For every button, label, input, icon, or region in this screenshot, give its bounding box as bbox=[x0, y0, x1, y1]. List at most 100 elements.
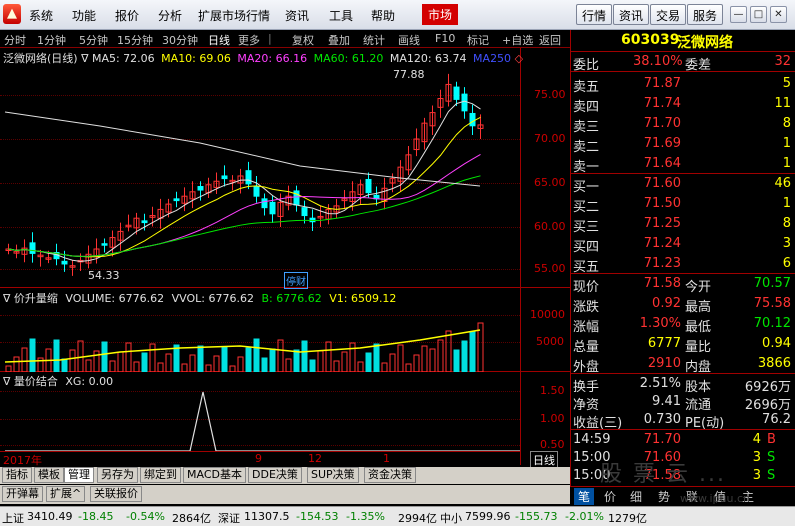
tab-save-as[interactable]: 另存为 bbox=[97, 467, 138, 483]
overlay-button[interactable]: 叠加 bbox=[328, 32, 350, 48]
bid-volume: 1 bbox=[782, 196, 791, 211]
tick-row: 15:00 71.58 3 S bbox=[571, 466, 795, 486]
fundamental-stats: 换手 2.51% 股本 6926万 净资 9.41 流通 2696万 收益(三) 0.730 PE(… bbox=[571, 374, 795, 431]
stat-value: 75.58 bbox=[753, 296, 791, 311]
tab-capital[interactable]: 资金决策 bbox=[364, 467, 416, 483]
volume-bar bbox=[309, 359, 316, 372]
tab-template[interactable]: 模板 bbox=[34, 467, 64, 483]
tab-related-quote[interactable]: 关联报价 bbox=[90, 486, 142, 502]
menu-system[interactable]: 系统 bbox=[29, 7, 53, 24]
ask-book: 卖五 71.87 5 卖四 71.74 11 卖三 71.70 8 卖二 71.69 1 卖一 71.64… bbox=[571, 74, 795, 175]
indicator-tick-0.50: 0.50 bbox=[540, 438, 565, 451]
quote-panel: 603039 泛微网络 委比 38.10% 委差 32 卖五 71.87 5 卖四 71… bbox=[570, 30, 795, 492]
menu-quote[interactable]: 报价 bbox=[115, 7, 139, 24]
menu-news[interactable]: 资讯 bbox=[285, 7, 309, 24]
volume-bar bbox=[245, 347, 252, 372]
volume-bar bbox=[237, 356, 244, 372]
tab-macd[interactable]: MACD基本 bbox=[183, 467, 246, 483]
sh-change: -18.45 bbox=[78, 510, 114, 523]
tab-extend[interactable]: 扩展^ bbox=[46, 486, 86, 502]
stat-label: 内盘 bbox=[685, 360, 712, 375]
tab-price[interactable]: 价 bbox=[604, 488, 616, 505]
tab-sup[interactable]: SUP决策 bbox=[307, 467, 359, 483]
bid-row: 买四 71.24 3 bbox=[571, 234, 795, 255]
menu-extended-market[interactable]: 扩展市场行情 bbox=[198, 7, 270, 24]
ask-row: 卖二 71.69 1 bbox=[571, 134, 795, 155]
volume-bar bbox=[405, 363, 412, 372]
bid-price: 71.24 bbox=[643, 236, 681, 251]
sz-change: -154.53 bbox=[296, 510, 339, 523]
volume-bar bbox=[189, 354, 196, 372]
volume-bar bbox=[205, 364, 212, 372]
zx-change: -155.73 bbox=[515, 510, 558, 523]
fund-label: 收益(三) bbox=[573, 416, 623, 431]
volume-bar bbox=[301, 340, 308, 372]
quotes-button[interactable]: 行情 bbox=[576, 4, 613, 25]
draw-line-button[interactable]: 画线 bbox=[398, 32, 420, 48]
tab-dde[interactable]: DDE决策 bbox=[248, 467, 302, 483]
tab-main[interactable]: 主 bbox=[742, 488, 754, 505]
close-icon[interactable]: ✕ bbox=[770, 6, 787, 23]
volume-bar bbox=[61, 358, 68, 372]
fund-row: 换手 2.51% 股本 6926万 bbox=[571, 374, 795, 395]
sz-value: 11307.5 bbox=[244, 510, 290, 523]
minimize-icon[interactable]: — bbox=[730, 6, 747, 23]
tick-volume: 3 bbox=[752, 468, 761, 483]
menu-function[interactable]: 功能 bbox=[72, 7, 96, 24]
period-more[interactable]: 更多 bbox=[238, 32, 260, 48]
tick-row: 15:00 71.60 3 S bbox=[571, 448, 795, 468]
candle-body bbox=[453, 86, 460, 100]
volume-bar bbox=[261, 357, 268, 372]
menu-market[interactable]: 市场 bbox=[422, 4, 459, 25]
volume-bar bbox=[365, 352, 372, 372]
f10-button[interactable]: F10 bbox=[435, 32, 455, 45]
menu-tools[interactable]: 工具 bbox=[329, 7, 353, 24]
period-5min[interactable]: 5分钟 bbox=[79, 32, 108, 48]
adjust-button[interactable]: 复权 bbox=[292, 32, 314, 48]
stat-value: 0.94 bbox=[762, 336, 791, 351]
tab-link[interactable]: 联 bbox=[686, 488, 698, 505]
candle-body bbox=[101, 243, 108, 246]
tab-trade-detail[interactable]: 笔 bbox=[574, 488, 595, 505]
date-label-12: 12 bbox=[308, 452, 322, 465]
volume-bar bbox=[333, 360, 340, 372]
period-15min[interactable]: 15分钟 bbox=[117, 32, 153, 48]
statistics-button[interactable]: 统计 bbox=[363, 32, 385, 48]
tab-trend[interactable]: 势 bbox=[658, 488, 670, 505]
period-timeshare[interactable]: 分时 bbox=[4, 32, 26, 48]
tab-bind-to[interactable]: 绑定到 bbox=[140, 467, 181, 483]
bid-row: 买二 71.50 1 bbox=[571, 194, 795, 215]
volume-bar bbox=[373, 343, 380, 372]
tick-side: B bbox=[767, 432, 776, 447]
tab-danmu[interactable]: 开弹幕 bbox=[2, 486, 43, 502]
quote-tabs: 笔 价 细 势 联 值 主 bbox=[570, 486, 795, 506]
volume-bar bbox=[317, 350, 324, 372]
tab-value[interactable]: 值 bbox=[714, 488, 726, 505]
news-button[interactable]: 资讯 bbox=[613, 4, 650, 25]
period-daily[interactable]: 日线 bbox=[208, 32, 230, 48]
maximize-icon[interactable]: □ bbox=[750, 6, 767, 23]
tab-manage[interactable]: 管理 bbox=[64, 467, 94, 483]
tab-detail[interactable]: 细 bbox=[630, 488, 642, 505]
mark-button[interactable]: 标记 bbox=[467, 32, 489, 48]
stat-value: 0.92 bbox=[652, 296, 681, 311]
menu-analysis[interactable]: 分析 bbox=[158, 7, 182, 24]
stat-label: 外盘 bbox=[573, 360, 600, 375]
period-1min[interactable]: 1分钟 bbox=[37, 32, 66, 48]
volume-chart bbox=[4, 322, 484, 372]
tick-row: 14:59 71.70 4 B bbox=[571, 430, 795, 450]
menu-help[interactable]: 帮助 bbox=[371, 7, 395, 24]
volume-bar bbox=[165, 353, 172, 372]
volume-bar bbox=[429, 348, 436, 372]
back-button[interactable]: 返回 bbox=[539, 32, 561, 48]
trade-button[interactable]: 交易 bbox=[650, 4, 687, 25]
tab-indicator[interactable]: 指标 bbox=[2, 467, 32, 483]
ask-volume: 11 bbox=[774, 96, 791, 111]
period-30min[interactable]: 30分钟 bbox=[162, 32, 198, 48]
stock-name: 泛微网络 bbox=[677, 35, 733, 51]
sz-label: 深证 bbox=[218, 512, 240, 525]
sh-value: 3410.49 bbox=[27, 510, 73, 523]
add-watchlist-button[interactable]: +自选 bbox=[502, 32, 533, 48]
service-button[interactable]: 服务 bbox=[687, 4, 724, 25]
volume-bar bbox=[221, 346, 228, 372]
